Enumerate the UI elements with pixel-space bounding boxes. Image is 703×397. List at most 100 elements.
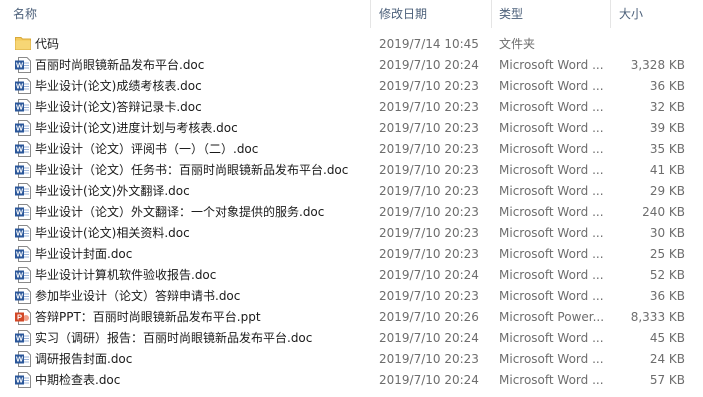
word-doc-icon: W bbox=[15, 225, 31, 242]
file-type: 文件夹 bbox=[499, 37, 536, 51]
file-date-modified: 2019/7/10 20:23 bbox=[379, 289, 479, 303]
file-row[interactable]: W 毕业设计(论文)进度计划与考核表.doc 2019/7/10 20:23 Micr… bbox=[0, 118, 703, 139]
file-size: 30 KB bbox=[649, 226, 685, 240]
file-name: 答辩PPT：百丽时尚眼镜新品发布平台.ppt bbox=[35, 310, 261, 324]
svg-text:W: W bbox=[16, 292, 24, 301]
column-divider[interactable] bbox=[610, 0, 611, 28]
file-type: Microsoft Power... bbox=[499, 310, 605, 324]
file-type: Microsoft Word ... bbox=[499, 205, 604, 219]
svg-text:W: W bbox=[16, 208, 24, 217]
word-doc-icon: W bbox=[15, 99, 31, 116]
column-header-type[interactable]: 类型 bbox=[499, 0, 523, 28]
file-row[interactable]: W 毕业设计计算机软件验收报告.doc 2019/7/10 20:24 Microso… bbox=[0, 265, 703, 286]
svg-text:W: W bbox=[16, 61, 24, 70]
column-divider[interactable] bbox=[370, 0, 371, 28]
svg-text:W: W bbox=[16, 376, 24, 385]
svg-text:W: W bbox=[16, 229, 24, 238]
file-type: Microsoft Word ... bbox=[499, 79, 604, 93]
file-row[interactable]: W 毕业设计（论文）任务书：百丽时尚眼镜新品发布平台.doc 2019/7/10 2… bbox=[0, 160, 703, 181]
file-size: 8,333 KB bbox=[630, 310, 685, 324]
file-row[interactable]: W 毕业设计封面.doc 2019/7/10 20:23 Microsoft Word… bbox=[0, 244, 703, 265]
file-name: 毕业设计封面.doc bbox=[35, 247, 133, 261]
svg-text:W: W bbox=[16, 250, 24, 259]
file-name: 代码 bbox=[35, 37, 60, 51]
file-size: 41 KB bbox=[649, 163, 685, 177]
word-doc-icon: W bbox=[15, 57, 31, 74]
file-name: 毕业设计(论文)进度计划与考核表.doc bbox=[35, 121, 238, 135]
file-size: 240 KB bbox=[642, 205, 685, 219]
file-name: 中期检查表.doc bbox=[35, 373, 121, 387]
svg-text:W: W bbox=[16, 187, 24, 196]
word-doc-icon: W bbox=[15, 351, 31, 368]
file-row[interactable]: P 答辩PPT：百丽时尚眼镜新品发布平台.ppt 2019/7/10 20:26 Mi… bbox=[0, 307, 703, 328]
file-date-modified: 2019/7/10 20:24 bbox=[379, 331, 479, 345]
file-date-modified: 2019/7/10 20:23 bbox=[379, 205, 479, 219]
ppt-icon: P bbox=[15, 309, 31, 326]
file-date-modified: 2019/7/10 20:23 bbox=[379, 163, 479, 177]
word-doc-icon: W bbox=[15, 162, 31, 179]
file-type: Microsoft Word ... bbox=[499, 100, 604, 114]
file-row[interactable]: 代码 2019/7/14 10:45 文件夹 bbox=[0, 34, 703, 55]
file-row[interactable]: W 毕业设计（论文）评阅书（一）（二）.doc 2019/7/10 20:23 Mic… bbox=[0, 139, 703, 160]
word-doc-icon: W bbox=[15, 246, 31, 263]
file-type: Microsoft Word ... bbox=[499, 121, 604, 135]
file-size: 36 KB bbox=[649, 289, 685, 303]
file-size: 57 KB bbox=[649, 373, 685, 387]
word-doc-icon: W bbox=[15, 183, 31, 200]
file-row[interactable]: W 百丽时尚眼镜新品发布平台.doc 2019/7/10 20:24 Microsof… bbox=[0, 55, 703, 76]
file-name: 毕业设计(论文)外文翻译.doc bbox=[35, 184, 190, 198]
file-row[interactable]: W 毕业设计(论文)相关资料.doc 2019/7/10 20:23 Microsof… bbox=[0, 223, 703, 244]
file-type: Microsoft Word ... bbox=[499, 163, 604, 177]
file-type: Microsoft Word ... bbox=[499, 226, 604, 240]
svg-text:W: W bbox=[16, 166, 24, 175]
column-header-date-modified[interactable]: 修改日期 bbox=[379, 0, 427, 28]
file-date-modified: 2019/7/10 20:24 bbox=[379, 373, 479, 387]
svg-text:P: P bbox=[17, 313, 22, 322]
file-row[interactable]: W 参加毕业设计（论文）答辩申请书.doc 2019/7/10 20:23 Micro… bbox=[0, 286, 703, 307]
file-name: 毕业设计(论文)成绩考核表.doc bbox=[35, 79, 202, 93]
column-header-size[interactable]: 大小 bbox=[619, 0, 643, 28]
svg-text:W: W bbox=[16, 271, 24, 280]
file-name: 调研报告封面.doc bbox=[35, 352, 133, 366]
file-name: 毕业设计(论文)相关资料.doc bbox=[35, 226, 190, 240]
file-type: Microsoft Word ... bbox=[499, 373, 604, 387]
file-size: 35 KB bbox=[649, 142, 685, 156]
word-doc-icon: W bbox=[15, 78, 31, 95]
file-size: 32 KB bbox=[649, 100, 685, 114]
column-header-name[interactable]: 名称 bbox=[13, 0, 37, 28]
file-name: 毕业设计（论文）外文翻译：一个对象提供的服务.doc bbox=[35, 205, 325, 219]
file-row[interactable]: W 中期检查表.doc 2019/7/10 20:24 Microsoft Word … bbox=[0, 370, 703, 391]
file-type: Microsoft Word ... bbox=[499, 247, 604, 261]
file-date-modified: 2019/7/10 20:24 bbox=[379, 58, 479, 72]
file-row[interactable]: W 毕业设计(论文)答辩记录卡.doc 2019/7/10 20:23 Microso… bbox=[0, 97, 703, 118]
file-name: 毕业设计(论文)答辩记录卡.doc bbox=[35, 100, 202, 114]
file-size: 52 KB bbox=[649, 268, 685, 282]
svg-text:W: W bbox=[16, 103, 24, 112]
file-date-modified: 2019/7/10 20:24 bbox=[379, 268, 479, 282]
word-doc-icon: W bbox=[15, 372, 31, 389]
file-date-modified: 2019/7/10 20:23 bbox=[379, 226, 479, 240]
svg-text:W: W bbox=[16, 355, 24, 364]
file-size: 39 KB bbox=[649, 121, 685, 135]
file-name: 实习（调研）报告：百丽时尚眼镜新品发布平台.doc bbox=[35, 331, 313, 345]
column-divider[interactable] bbox=[491, 0, 492, 28]
file-type: Microsoft Word ... bbox=[499, 58, 604, 72]
file-name: 毕业设计（论文）评阅书（一）（二）.doc bbox=[35, 142, 259, 156]
file-row[interactable]: W 调研报告封面.doc 2019/7/10 20:23 Microsoft Word… bbox=[0, 349, 703, 370]
file-type: Microsoft Word ... bbox=[499, 184, 604, 198]
file-date-modified: 2019/7/10 20:23 bbox=[379, 100, 479, 114]
svg-text:W: W bbox=[16, 124, 24, 133]
file-row[interactable]: W 毕业设计（论文）外文翻译：一个对象提供的服务.doc 2019/7/10 20:… bbox=[0, 202, 703, 223]
file-date-modified: 2019/7/10 20:23 bbox=[379, 79, 479, 93]
file-row[interactable]: W 实习（调研）报告：百丽时尚眼镜新品发布平台.doc 2019/7/10 20:2… bbox=[0, 328, 703, 349]
file-row[interactable]: W 毕业设计(论文)外文翻译.doc 2019/7/10 20:23 Microsof… bbox=[0, 181, 703, 202]
file-row[interactable]: W 毕业设计(论文)成绩考核表.doc 2019/7/10 20:23 Microso… bbox=[0, 76, 703, 97]
file-date-modified: 2019/7/10 20:23 bbox=[379, 121, 479, 135]
file-name: 参加毕业设计（论文）答辩申请书.doc bbox=[35, 289, 241, 303]
word-doc-icon: W bbox=[15, 204, 31, 221]
file-type: Microsoft Word ... bbox=[499, 331, 604, 345]
file-date-modified: 2019/7/10 20:23 bbox=[379, 247, 479, 261]
file-size: 24 KB bbox=[649, 352, 685, 366]
file-type: Microsoft Word ... bbox=[499, 142, 604, 156]
word-doc-icon: W bbox=[15, 288, 31, 305]
